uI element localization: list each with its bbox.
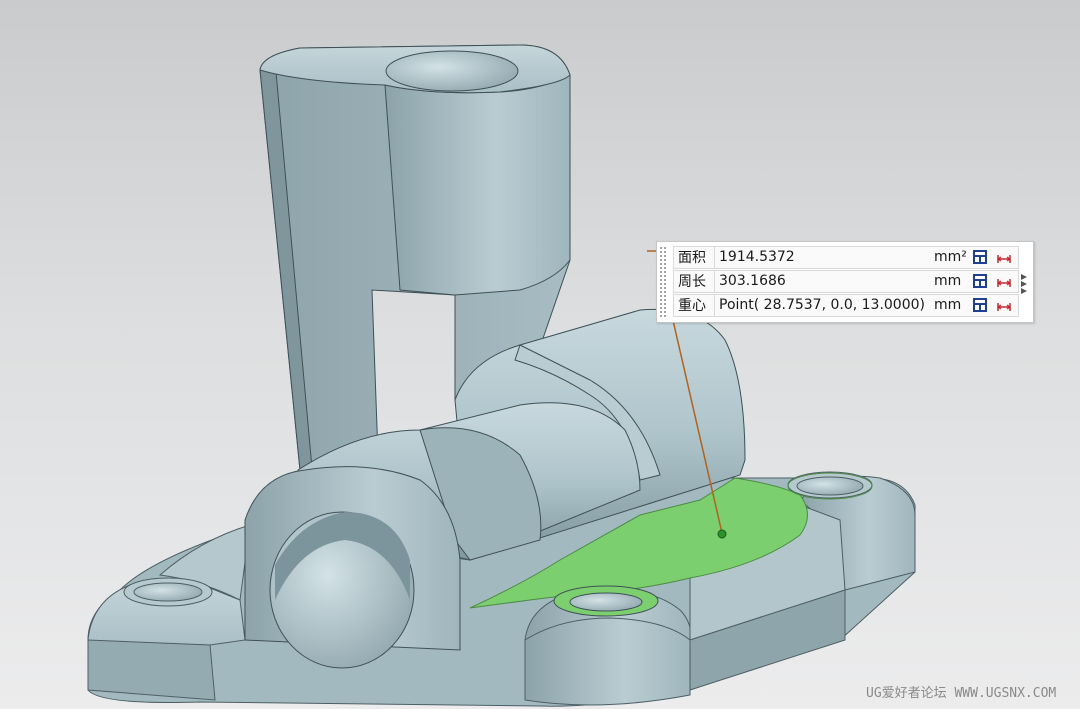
measure-row-perimeter: 周长 303.1686 mm <box>673 270 1019 293</box>
model-viewport[interactable] <box>0 0 1080 709</box>
measure-unit[interactable]: mm <box>932 271 974 292</box>
measure-unit[interactable]: mm² <box>932 247 974 268</box>
measure-value[interactable]: 303.1686 <box>714 271 931 292</box>
measure-row-centroid: 重心 Point( 28.7537, 0.0, 13.0000) mm <box>673 294 1019 317</box>
measurement-panel[interactable]: 面积 1914.5372 mm² 周长 303.1686 mm 重心 Point… <box>656 241 1034 323</box>
measure-dimension-icon[interactable] <box>996 297 1012 313</box>
measure-value[interactable]: 1914.5372 <box>714 247 931 268</box>
spreadsheet-export-icon[interactable] <box>972 273 988 289</box>
measure-value[interactable]: Point( 28.7537, 0.0, 13.0000) <box>714 295 931 316</box>
expand-arrows-icon[interactable] <box>1020 272 1030 294</box>
measure-label: 重心 <box>678 298 706 314</box>
measure-label: 面积 <box>678 250 706 266</box>
centroid-point[interactable] <box>717 529 727 539</box>
spreadsheet-export-icon[interactable] <box>972 297 988 313</box>
panel-drag-handle[interactable] <box>659 246 667 318</box>
measure-unit[interactable]: mm <box>932 295 974 316</box>
watermark: UG爱好者论坛 WWW.UGSNX.COM <box>866 686 1057 701</box>
top-boss-hole <box>385 50 519 92</box>
spreadsheet-export-icon[interactable] <box>972 249 988 265</box>
measure-label: 周长 <box>678 274 706 290</box>
measure-dimension-icon[interactable] <box>996 249 1012 265</box>
measure-row-area: 面积 1914.5372 mm² <box>673 246 1019 269</box>
measure-dimension-icon[interactable] <box>996 273 1012 289</box>
